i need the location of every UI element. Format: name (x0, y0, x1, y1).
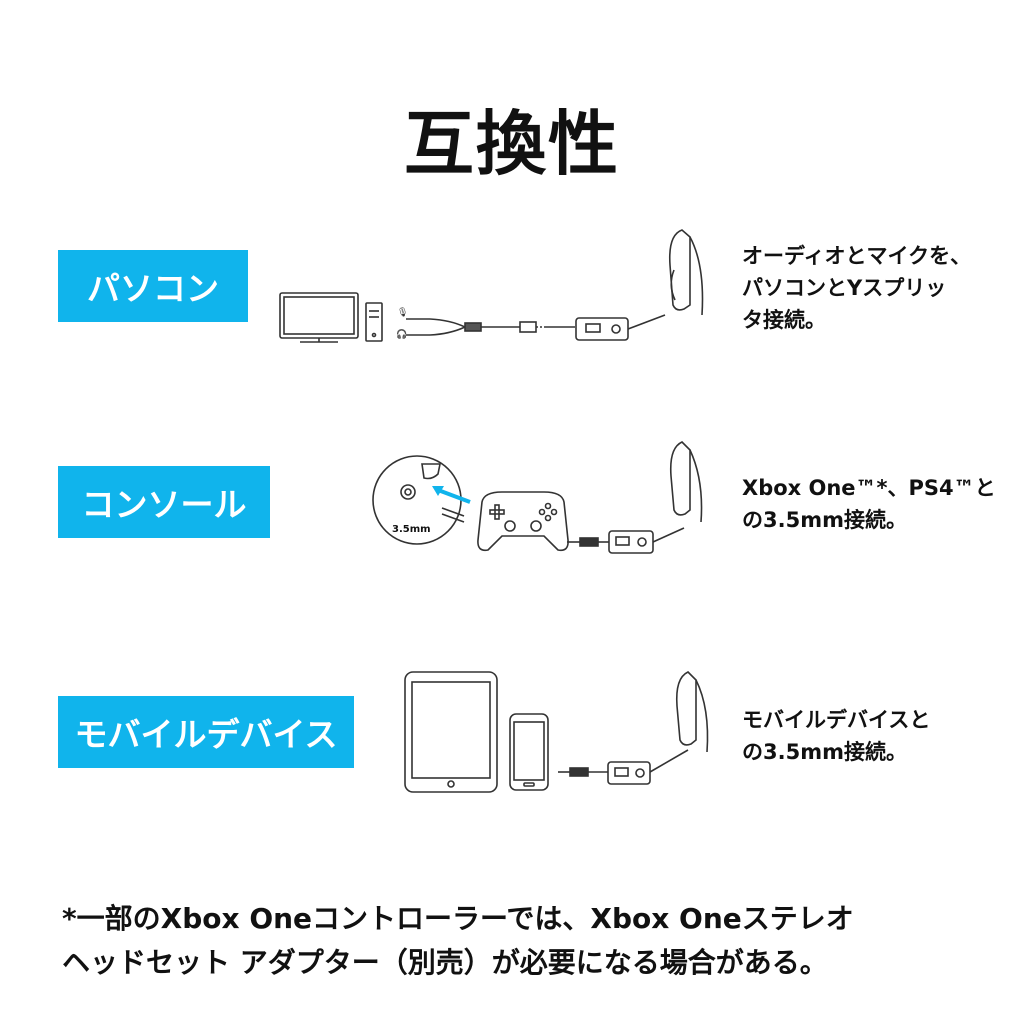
console-illustration: 3.5mm (372, 441, 703, 554)
headset-icon (675, 671, 709, 753)
mobile-illustration (404, 671, 709, 793)
description-console: Xbox One™*、PS4™と の3.5mm接続。 (742, 476, 996, 532)
page-title: 互換性 (404, 103, 620, 185)
description-pc: オーディオとマイクを、 パソコンとYスプリッ タ接続。 (742, 244, 972, 332)
badge-console: コンソール (58, 466, 270, 538)
footnote: *一部のXbox Oneコントローラーでは、Xbox Oneステレオ ヘッドセッ… (62, 902, 854, 979)
y-splitter-cable-icon: 🎙 🎧 (396, 307, 575, 340)
jack-size-label: 3.5mm (392, 524, 431, 535)
svg-text:🎙: 🎙 (397, 307, 408, 318)
badge-pc: パソコン (58, 250, 248, 322)
headset-icon (668, 229, 704, 316)
inline-control-icon (558, 749, 689, 785)
description-mobile: モバイルデバイスと の3.5mm接続。 (742, 708, 931, 764)
controller-jack-zoom-icon: 3.5mm (372, 455, 471, 545)
inline-control-icon (575, 314, 666, 341)
svg-text:🎧: 🎧 (396, 328, 407, 340)
gamepad-icon (477, 491, 569, 552)
monitor-icon (279, 292, 359, 343)
pc-tower-icon (365, 302, 383, 342)
smartphone-icon (509, 713, 549, 791)
inline-control-icon (567, 527, 685, 554)
headset-icon (669, 441, 703, 523)
tablet-icon (404, 671, 498, 793)
pc-illustration: 🎙 🎧 (279, 229, 704, 343)
badge-mobile: モバイルデバイス (58, 696, 354, 768)
